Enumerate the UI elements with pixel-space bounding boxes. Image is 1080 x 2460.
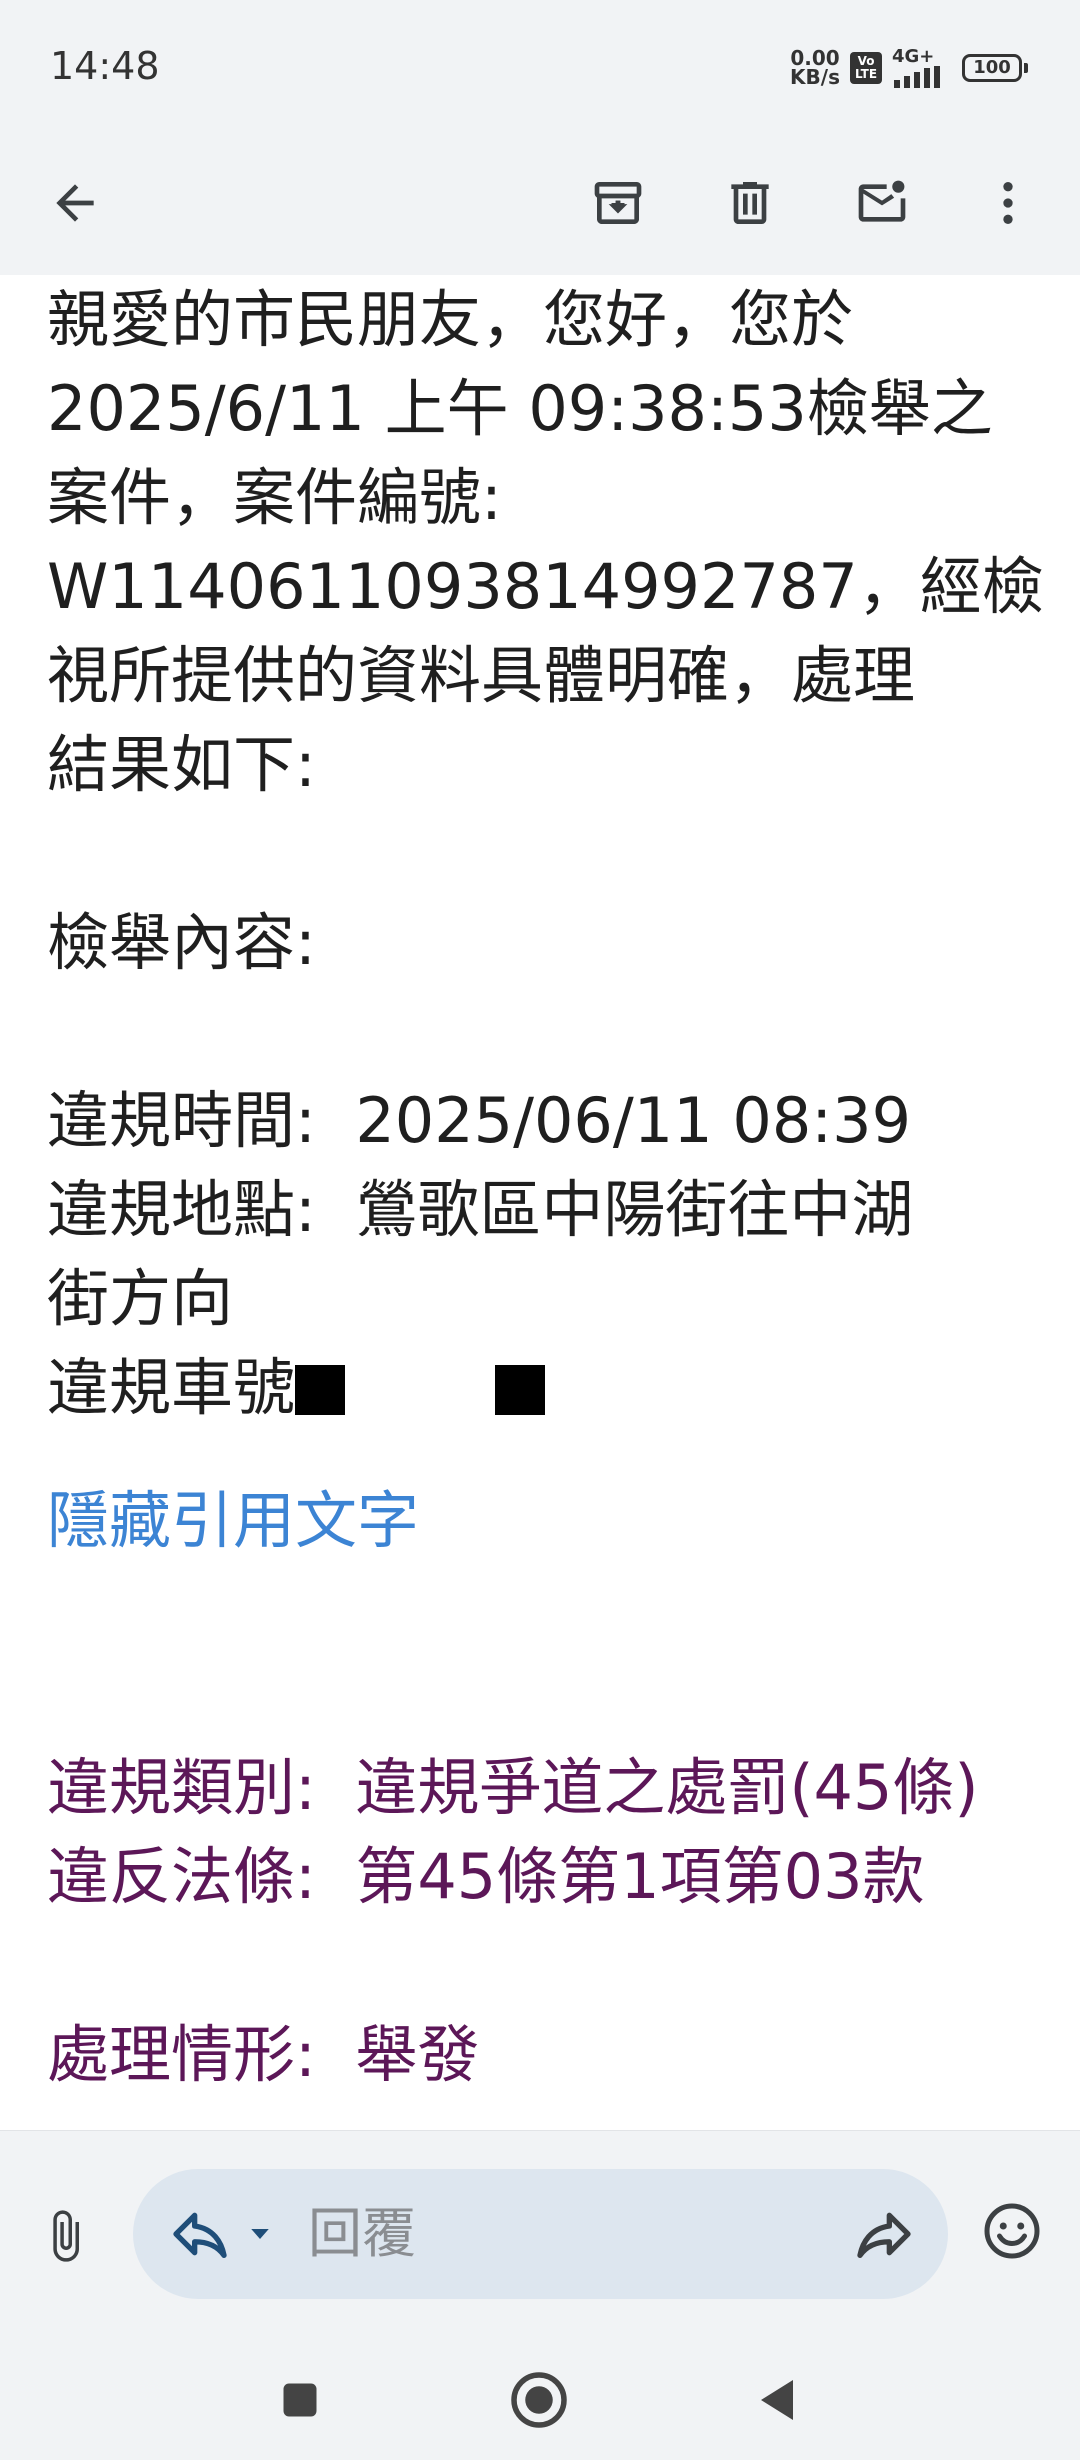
category-label: 違規類別: <box>47 1751 356 1824</box>
plate-label: 違規車號 <box>47 1351 296 1424</box>
network-type: 4G+ <box>892 46 935 67</box>
status-row: 處理情形: 舉發 <box>47 2010 1047 2099</box>
emoji-icon[interactable] <box>982 2201 1052 2271</box>
category-value: 違規爭道之處罰(45條) <box>355 1751 979 1824</box>
redaction-block <box>495 1365 546 1415</box>
status-value: 舉發 <box>355 2018 480 2091</box>
redaction-block <box>295 1365 346 1415</box>
violation-place-row: 違規地點: 鶯歌區中陽街往中湖 街方向 <box>47 1165 1047 1343</box>
battery-level: 100 <box>962 54 1022 82</box>
plate-row: 違規車號 <box>47 1343 1047 1432</box>
delete-icon[interactable] <box>710 163 790 243</box>
attachment-icon[interactable] <box>30 2201 100 2271</box>
law-label: 違反法條: <box>47 1840 356 1913</box>
law-row: 違反法條: 第45條第1項第03款 <box>47 1832 1047 1921</box>
email-body: 親愛的市民朋友，您好，您於 2025/6/11 上午 09:38:53檢舉之 案… <box>47 275 1047 2099</box>
mark-unread-icon[interactable] <box>842 163 922 243</box>
violation-time-row: 違規時間: 2025/06/11 08:39 <box>47 1076 1047 1165</box>
violation-place-label: 違規地點: <box>47 1173 356 1246</box>
network-speed: 0.00 KB/s <box>790 48 840 89</box>
recent-apps-icon[interactable] <box>265 2365 335 2435</box>
reply-placeholder: 回覆 <box>308 2202 416 2265</box>
reply-input[interactable]: 回覆 <box>133 2169 948 2299</box>
network-speed-unit: KB/s <box>790 65 840 89</box>
forward-icon[interactable] <box>852 2202 916 2266</box>
hide-quoted-text-link[interactable]: 隱藏引用文字 <box>47 1476 1047 1565</box>
more-icon[interactable] <box>968 163 1048 243</box>
status-icons: 0.00 KB/s Vo LTE 4G+ 100 <box>790 48 1028 88</box>
home-icon[interactable] <box>504 2365 574 2435</box>
signal-icon: 4G+ <box>892 48 952 88</box>
category-row: 違規類別: 違規爭道之處罰(45條) <box>47 1743 1047 1832</box>
archive-icon[interactable] <box>578 163 658 243</box>
status-time: 14:48 <box>50 44 160 88</box>
email-intro: 親愛的市民朋友，您好，您於 2025/6/11 上午 09:38:53檢舉之 案… <box>47 283 1044 801</box>
status-label: 處理情形: <box>47 2018 356 2091</box>
law-value: 第45條第1項第03款 <box>355 1840 925 1913</box>
chevron-down-icon[interactable] <box>245 2219 275 2249</box>
system-nav-bar <box>0 2340 1080 2460</box>
reply-icon[interactable] <box>168 2202 232 2266</box>
back-icon[interactable] <box>742 2365 812 2435</box>
violation-time-label: 違規時間: <box>47 1084 356 1157</box>
email-toolbar <box>0 130 1080 275</box>
status-bar: 14:48 0.00 KB/s Vo LTE 4G+ 100 <box>0 0 1080 130</box>
volte-icon: Vo LTE <box>850 52 882 84</box>
back-arrow-icon[interactable] <box>35 163 115 243</box>
battery-icon: 100 <box>962 54 1028 82</box>
reply-bar: 回覆 <box>0 2130 1080 2340</box>
section-title: 檢舉內容: <box>47 906 316 979</box>
violation-time-value: 2025/06/11 08:39 <box>355 1084 912 1157</box>
